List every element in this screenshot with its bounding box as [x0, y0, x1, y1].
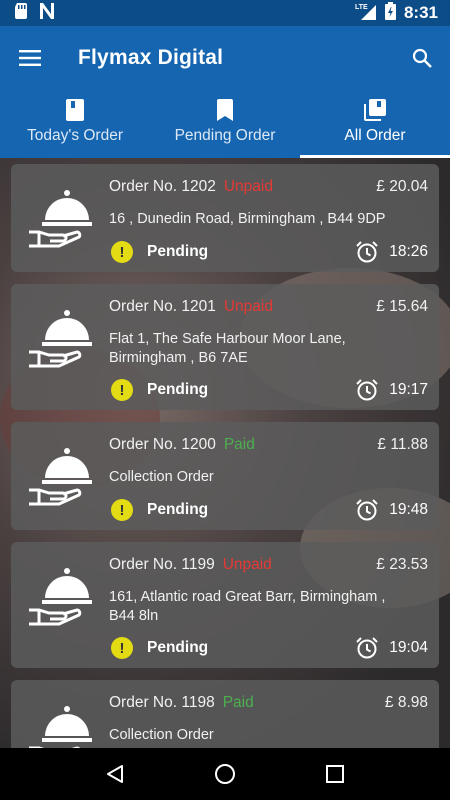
order-number: Order No. 1201 Unpaid	[109, 298, 273, 315]
alarm-clock-icon	[356, 499, 378, 521]
order-number: Order No. 1199 Unpaid	[109, 556, 272, 573]
serving-cloche-icon	[29, 310, 92, 368]
back-triangle-icon	[107, 765, 123, 783]
tab-todays-order[interactable]: Today's Order	[0, 90, 150, 158]
sd-card-icon	[14, 2, 28, 24]
status-bar: LTE 8:31	[0, 0, 450, 26]
order-address: Flat 1, The Safe Harbour Moor Lane, Birm…	[109, 331, 346, 366]
home-circle-icon	[215, 764, 235, 784]
serving-cloche-icon	[29, 448, 92, 506]
order-address: 161, Atlantic road Great Barr, Birmingha…	[109, 589, 386, 624]
order-address: Collection Order	[109, 727, 214, 743]
order-list[interactable]: Order No. 1202 Unpaid £ 20.04 16 , Dunedi…	[0, 158, 450, 748]
menu-button[interactable]	[0, 26, 60, 90]
payment-status: Paid	[223, 436, 255, 453]
battery-icon	[384, 1, 396, 25]
order-card[interactable]: Order No. 1198 Paid £ 8.98 Collection Ord…	[11, 680, 439, 748]
bookmark-icon	[217, 99, 233, 121]
order-address: Collection Order	[109, 469, 214, 485]
order-status-row: ! Pending 19:48	[109, 498, 428, 522]
serving-cloche-icon	[29, 190, 92, 248]
order-status: Pending	[147, 381, 209, 398]
alarm-clock-icon	[356, 241, 378, 263]
order-status-row: ! Pending 18:26	[109, 240, 428, 264]
app-bar: Flymax Digital	[0, 26, 450, 90]
home-button[interactable]	[205, 754, 245, 794]
order-price: £ 15.64	[376, 298, 428, 315]
order-status-row: ! Pending 19:04	[109, 636, 428, 660]
tab-label: All Order	[344, 127, 406, 144]
system-nav-bar	[0, 748, 450, 800]
alarm-clock-icon	[356, 379, 378, 401]
serving-cloche-icon	[29, 568, 92, 626]
alarm-clock-icon	[356, 637, 378, 659]
recents-button[interactable]	[315, 754, 355, 794]
tab-all-order[interactable]: All Order	[300, 90, 450, 158]
order-price: £ 8.98	[384, 694, 428, 711]
payment-status: Unpaid	[223, 298, 273, 315]
order-status-row: ! Pending 19:17	[109, 378, 428, 402]
order-time: 19:48	[389, 501, 428, 518]
book-icon	[66, 99, 84, 121]
hamburger-menu-icon	[19, 50, 41, 66]
tab-bar: Today's Order Pending Order All Order	[0, 90, 450, 158]
order-card[interactable]: Order No. 1199 Unpaid £ 23.53 161, Atlant…	[11, 542, 439, 668]
order-card[interactable]: Order No. 1201 Unpaid £ 15.64 Flat 1, The…	[11, 284, 439, 410]
order-price: £ 11.88	[377, 436, 428, 453]
search-icon	[412, 48, 432, 68]
tab-pending-order[interactable]: Pending Order	[150, 90, 300, 158]
order-time: 19:17	[389, 381, 428, 398]
order-card[interactable]: Order No. 1202 Unpaid £ 20.04 16 , Dunedi…	[11, 164, 439, 272]
order-price: £ 20.04	[376, 178, 428, 195]
search-button[interactable]	[394, 26, 450, 90]
tab-label: Pending Order	[174, 127, 276, 144]
warning-icon: !	[111, 637, 133, 659]
back-button[interactable]	[95, 754, 135, 794]
payment-status: Unpaid	[223, 178, 273, 195]
order-time: 18:26	[389, 243, 428, 260]
app-title: Flymax Digital	[78, 46, 224, 69]
order-status: Pending	[147, 639, 209, 656]
order-address: 16 , Dunedin Road, Birmingham , B44 9DP	[109, 211, 386, 227]
payment-status: Paid	[222, 694, 254, 711]
warning-icon: !	[111, 499, 133, 521]
order-status: Pending	[147, 243, 209, 260]
warning-icon: !	[111, 379, 133, 401]
serving-cloche-icon	[29, 706, 92, 748]
warning-icon: !	[111, 241, 133, 263]
n-notification-icon	[38, 2, 56, 24]
clock-time: 8:31	[403, 3, 438, 22]
order-number: Order No. 1198 Paid	[109, 694, 254, 711]
payment-status: Unpaid	[222, 556, 272, 573]
order-status: Pending	[147, 501, 209, 518]
tab-label: Today's Order	[27, 127, 123, 144]
order-time: 19:04	[389, 639, 428, 656]
order-price: £ 23.53	[376, 556, 428, 573]
signal-icon: LTE	[355, 2, 377, 25]
order-number: Order No. 1202 Unpaid	[109, 178, 273, 195]
svg-text:LTE: LTE	[355, 4, 368, 11]
library-icon	[364, 99, 386, 121]
order-card[interactable]: Order No. 1200 Paid £ 11.88 Collection Or…	[11, 422, 439, 530]
recents-square-icon	[326, 765, 344, 783]
order-number: Order No. 1200 Paid	[109, 436, 255, 453]
